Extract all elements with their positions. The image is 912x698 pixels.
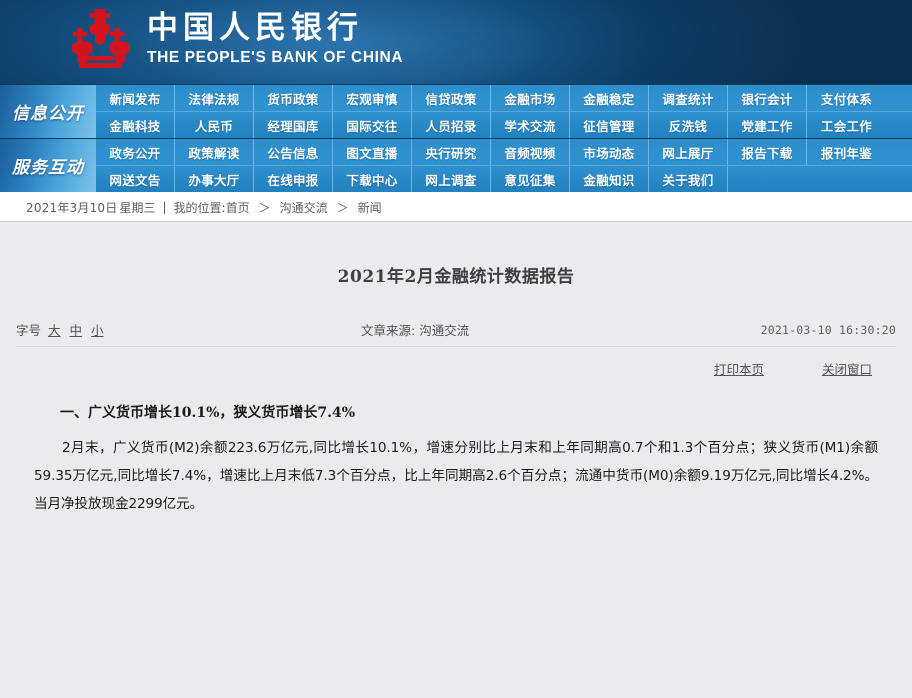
nav-item-recruitment[interactable]: 人员招录 [412, 112, 491, 138]
breadcrumb-location-label: 我的位置: [174, 199, 226, 216]
nav-item-audio-video[interactable]: 音频视频 [491, 139, 570, 165]
article-section-heading: 一、广义货币增长10.1%，狭义货币增长7.4% [34, 402, 878, 424]
nav-item-union-work[interactable]: 工会工作 [807, 112, 886, 138]
nav-item-policy-interpretation[interactable]: 政策解读 [175, 139, 254, 165]
nav-item-international[interactable]: 国际交往 [333, 112, 412, 138]
nav-item-market-dynamics[interactable]: 市场动态 [570, 139, 649, 165]
nav-item-survey-statistics[interactable]: 调查统计 [649, 85, 728, 111]
font-size-label: 字号 [16, 320, 41, 339]
nav-item-financial-knowledge[interactable]: 金融知识 [570, 166, 649, 192]
page-title: 2021年2月金融统计数据报告 [16, 222, 896, 287]
nav-item-yearbook[interactable]: 报刊年鉴 [807, 139, 886, 165]
breadcrumb-separator: | [162, 200, 166, 214]
breadcrumb-link-home[interactable]: 首页 [226, 199, 250, 216]
breadcrumb-date: 2021年3月10日 [26, 199, 117, 216]
nav-item-laws[interactable]: 法律法规 [175, 85, 254, 111]
nav-item-download-center[interactable]: 下载中心 [333, 166, 412, 192]
nav-item-macro-prudential[interactable]: 宏观审慎 [333, 85, 412, 111]
breadcrumb-weekday: 星期三 [119, 199, 155, 216]
article-source-value: 沟通交流 [419, 323, 469, 338]
breadcrumb-arrow-icon: ＞ [259, 199, 271, 216]
nav-grid-service-interaction: 政务公开 政策解读 公告信息 图文直播 央行研究 音频视频 市场动态 网上展厅 … [96, 139, 912, 192]
nav-item-announcements[interactable]: 公告信息 [254, 139, 333, 165]
breadcrumb-arrow-icon: ＞ [337, 199, 349, 216]
article-actions: 打印本页 关闭窗口 [16, 359, 896, 378]
page-body: 2021年2月金融统计数据报告 字号 大 中 小 文章来源: 沟通交流 2021… [0, 222, 912, 698]
nav-group-label-info-disclosure[interactable]: 信息公开 [0, 85, 96, 138]
font-size-medium-button[interactable]: 中 [70, 320, 83, 339]
nav-grid-info-disclosure: 新闻发布 法律法规 货币政策 宏观审慎 信贷政策 金融市场 金融稳定 调查统计 … [96, 85, 912, 138]
nav-item-report-download[interactable]: 报告下载 [728, 139, 807, 165]
article-card: 2021年2月金融统计数据报告 字号 大 中 小 文章来源: 沟通交流 2021… [16, 222, 896, 518]
nav-item-academic-exchange[interactable]: 学术交流 [491, 112, 570, 138]
nav-item-party-work[interactable]: 党建工作 [728, 112, 807, 138]
print-page-link[interactable]: 打印本页 [714, 359, 764, 378]
nav-group-label-service-interaction[interactable]: 服务互动 [0, 139, 96, 192]
nav-item-live-broadcast[interactable]: 图文直播 [333, 139, 412, 165]
font-size-large-button[interactable]: 大 [48, 320, 61, 339]
nav-item-news[interactable]: 新闻发布 [96, 85, 175, 111]
nav-item-online-documents[interactable]: 网送文告 [96, 166, 175, 192]
nav-item-online-declaration[interactable]: 在线申报 [254, 166, 333, 192]
nav-item-payment-system[interactable]: 支付体系 [807, 85, 886, 111]
nav-item-rmb[interactable]: 人民币 [175, 112, 254, 138]
nav-item-anti-money-laundering[interactable]: 反洗钱 [649, 112, 728, 138]
brand-name-cn: 中国人民银行 [147, 11, 417, 45]
article-timestamp: 2021-03-10 16:30:20 [696, 323, 896, 337]
article-source: 文章来源: 沟通交流 [306, 320, 696, 339]
nav-item-about-us[interactable]: 关于我们 [649, 166, 728, 192]
nav-item-service-hall[interactable]: 办事大厅 [175, 166, 254, 192]
nav-item-online-exhibition[interactable]: 网上展厅 [649, 139, 728, 165]
breadcrumb-link-communication[interactable]: 沟通交流 [280, 199, 328, 216]
nav-row: 新闻发布 法律法规 货币政策 宏观审慎 信贷政策 金融市场 金融稳定 调查统计 … [96, 85, 912, 112]
main-navigation: 信息公开 新闻发布 法律法规 货币政策 宏观审慎 信贷政策 金融市场 金融稳定 … [0, 84, 912, 192]
site-header: 中国人民银行 THE PEOPLE'S BANK OF CHINA [0, 0, 912, 84]
font-size-small-button[interactable]: 小 [91, 320, 104, 339]
nav-item-central-bank-research[interactable]: 央行研究 [412, 139, 491, 165]
nav-row: 政务公开 政策解读 公告信息 图文直播 央行研究 音频视频 市场动态 网上展厅 … [96, 139, 912, 166]
breadcrumb: 2021年3月10日 星期三 | 我的位置: 首页 ＞ 沟通交流 ＞ 新闻 [0, 193, 912, 222]
nav-item-feedback[interactable]: 意见征集 [491, 166, 570, 192]
article-paragraph: 2月末，广义货币(M2)余额223.6万亿元,同比增长10.1%，增速分别比上月… [34, 434, 878, 518]
article-source-label: 文章来源: [361, 323, 415, 338]
nav-block-info-disclosure: 信息公开 新闻发布 法律法规 货币政策 宏观审慎 信贷政策 金融市场 金融稳定 … [0, 85, 912, 138]
nav-item-financial-stability[interactable]: 金融稳定 [570, 85, 649, 111]
font-size-control: 字号 大 中 小 [16, 320, 306, 339]
nav-item-credit-reference[interactable]: 征信管理 [570, 112, 649, 138]
close-window-link[interactable]: 关闭窗口 [822, 359, 872, 378]
breadcrumb-link-news[interactable]: 新闻 [358, 199, 382, 216]
nav-item-online-survey[interactable]: 网上调查 [412, 166, 491, 192]
nav-row: 金融科技 人民币 经理国库 国际交往 人员招录 学术交流 征信管理 反洗钱 党建… [96, 112, 912, 138]
brand-block: 中国人民银行 THE PEOPLE'S BANK OF CHINA [147, 11, 417, 67]
nav-item-monetary-policy[interactable]: 货币政策 [254, 85, 333, 111]
nav-block-service-interaction: 服务互动 政务公开 政策解读 公告信息 图文直播 央行研究 音频视频 市场动态 … [0, 139, 912, 192]
article-meta-row: 字号 大 中 小 文章来源: 沟通交流 2021-03-10 16:30:20 [16, 320, 896, 347]
nav-item-bank-accounting[interactable]: 银行会计 [728, 85, 807, 111]
nav-item-credit-policy[interactable]: 信贷政策 [412, 85, 491, 111]
pboc-logo-icon [67, 9, 133, 73]
nav-item-government-affairs[interactable]: 政务公开 [96, 139, 175, 165]
nav-item-spacer [728, 166, 912, 192]
nav-item-financial-market[interactable]: 金融市场 [491, 85, 570, 111]
nav-item-treasury[interactable]: 经理国库 [254, 112, 333, 138]
article-body: 一、广义货币增长10.1%，狭义货币增长7.4% 2月末，广义货币(M2)余额2… [16, 402, 896, 518]
brand-name-en: THE PEOPLE'S BANK OF CHINA [147, 48, 417, 67]
nav-row: 网送文告 办事大厅 在线申报 下载中心 网上调查 意见征集 金融知识 关于我们 [96, 166, 912, 192]
nav-item-fintech[interactable]: 金融科技 [96, 112, 175, 138]
